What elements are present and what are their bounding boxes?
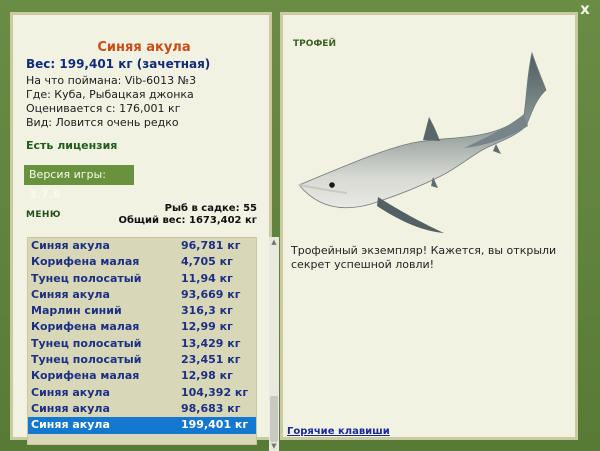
- rarity-info: Вид: Ловится очень редко: [26, 116, 179, 129]
- catch-fish-name: Марлин синий: [31, 304, 122, 318]
- catch-fish-name: Синяя акула: [31, 287, 110, 301]
- fish-weight: Вес: 199,401 кг (зачетная): [26, 57, 211, 71]
- trophy-description: Трофейный экземпляр! Кажется, вы открыли…: [291, 244, 557, 271]
- catch-list-item[interactable]: Синяя акула 93,669 кг: [28, 287, 256, 303]
- scroll-up-arrow-icon[interactable]: ▲: [269, 237, 279, 247]
- catch-fish-name: Тунец полосатый: [31, 271, 142, 285]
- catch-fish-name: Тунец полосатый: [31, 336, 142, 350]
- catch-fish-name: Тунец полосатый: [31, 353, 142, 367]
- catch-fish-weight: 23,451 кг: [181, 353, 241, 367]
- value-info: Оценивается с: 176,001 кг: [26, 102, 181, 115]
- catch-list[interactable]: Синяя акула 96,781 кг Корифена малая 4,705 …: [27, 237, 257, 445]
- version-badge: Версия игры: 3.7.6: [24, 165, 134, 201]
- version-value: 3.7.6: [29, 188, 61, 201]
- total-weight: Общий вес: 1673,402 кг: [118, 215, 257, 226]
- catch-fish-name: Синяя акула: [31, 239, 110, 252]
- catch-fish-weight: 12,99 кг: [181, 320, 233, 334]
- scroll-thumb[interactable]: [270, 396, 278, 442]
- catch-fish-name: Корифена малая: [31, 369, 140, 383]
- catch-fish-weight: 104,392 кг: [181, 385, 249, 399]
- close-button[interactable]: x: [578, 2, 592, 17]
- catch-list-item[interactable]: Корифена малая 12,98 кг: [28, 368, 256, 384]
- license-status: Есть лицензия: [26, 139, 118, 152]
- fish-title: Синяя акула: [97, 40, 191, 55]
- catch-fish-name: Корифена малая: [31, 320, 140, 334]
- catch-fish-weight: 96,781 кг: [181, 239, 241, 252]
- catch-list-item[interactable]: Синяя акула 199,401 кг: [28, 417, 256, 434]
- catch-list-item[interactable]: Тунец полосатый 23,451 кг: [28, 352, 256, 368]
- catch-list-item[interactable]: Синяя акула 98,683 кг: [28, 401, 256, 417]
- catch-fish-weight: 93,669 кг: [181, 287, 241, 301]
- blue-shark-image: [298, 51, 547, 233]
- catch-fish-weight: 199,401 кг: [181, 418, 249, 432]
- catch-fish-weight: 316,3 кг: [181, 304, 233, 318]
- catch-list-item[interactable]: Корифена малая 4,705 кг: [28, 254, 256, 270]
- menu-link[interactable]: МЕНЮ: [26, 210, 61, 220]
- catch-stats: Рыб в садке: 55 Общий вес: 1673,402 кг: [118, 203, 257, 227]
- catch-fish-weight: 98,683 кг: [181, 401, 241, 415]
- catch-list-item[interactable]: Корифена малая 12,99 кг: [28, 319, 256, 335]
- fish-count: Рыб в садке: 55: [164, 203, 257, 214]
- bait-info: На что поймана: Vib-6013 №3: [26, 74, 197, 87]
- catch-fish-weight: 4,705 кг: [181, 255, 233, 269]
- catch-fish-name: Синяя акула: [31, 385, 110, 399]
- location-info: Где: Куба, Рыбацкая джонка: [26, 88, 194, 101]
- catch-list-item[interactable]: Тунец полосатый 13,429 кг: [28, 336, 256, 352]
- catch-fish-weight: 11,94 кг: [181, 271, 233, 285]
- catch-fish-name: Синяя акула: [31, 401, 110, 415]
- catch-info-panel: Синяя акула Вес: 199,401 кг (зачетная) Н…: [10, 12, 279, 451]
- catch-fish-name: Корифена малая: [31, 255, 140, 269]
- catch-list-item[interactable]: Тунец полосатый 11,94 кг: [28, 271, 256, 287]
- game-window: x Синяя акула Вес: 199,401 кг (зачетная)…: [0, 0, 600, 451]
- catch-list-scrollbar[interactable]: ▲ ▼: [269, 237, 279, 451]
- catch-fish-weight: 13,429 кг: [181, 336, 241, 350]
- catch-list-item[interactable]: Синяя акула 96,781 кг: [28, 238, 256, 254]
- trophy-panel: ТРОФЕЙ Трофейный экземпляр! Кажется, вы …: [280, 12, 578, 440]
- catch-list-item[interactable]: Синяя акула 104,392 кг: [28, 385, 256, 401]
- catch-fish-weight: 12,98 кг: [181, 369, 233, 383]
- hotkeys-link[interactable]: Горячие клавиши: [287, 426, 390, 437]
- version-label: Версия игры:: [29, 168, 106, 181]
- catch-fish-name: Синяя акула: [31, 418, 110, 432]
- catch-list-item[interactable]: Марлин синий 316,3 кг: [28, 303, 256, 319]
